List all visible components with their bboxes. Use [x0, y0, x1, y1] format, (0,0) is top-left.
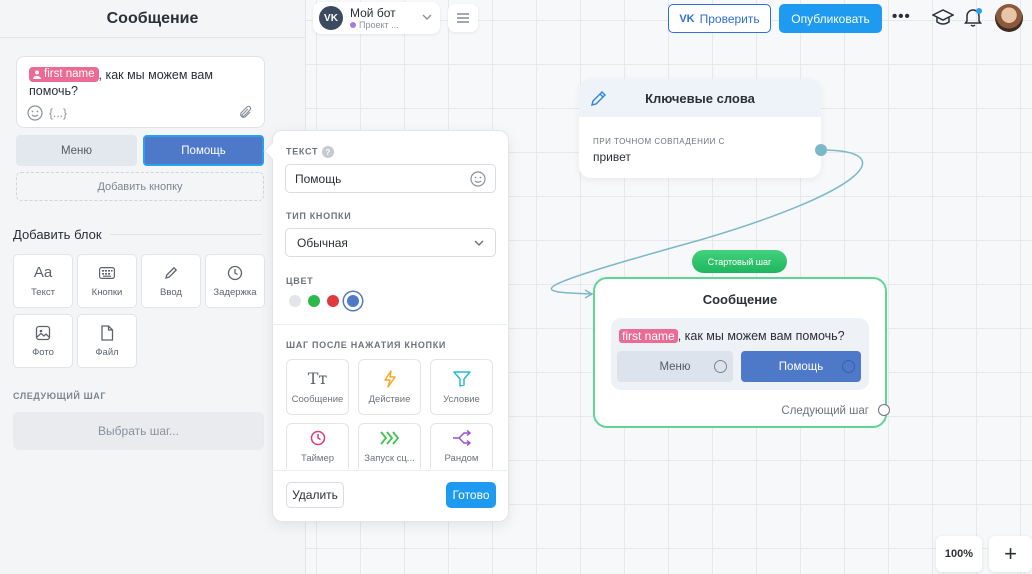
keyboard-buttons: Меню Помощь: [16, 135, 264, 166]
node-button-label: Помощь: [778, 360, 824, 373]
keyword-node[interactable]: Ключевые слова ПРИ ТОЧНОМ СОВПАДЕНИИ С п…: [579, 79, 821, 178]
message-tools: {...}: [27, 105, 67, 121]
variable-tag[interactable]: first name: [29, 67, 99, 82]
hamburger-icon: [457, 13, 469, 23]
keyword-node-header: Ключевые слова: [579, 79, 821, 117]
bot-selector[interactable]: VK Мой бот Проект ...: [313, 2, 440, 34]
block-label: Задержка: [213, 286, 257, 298]
publish-button[interactable]: Опубликовать: [779, 4, 882, 33]
more-icon[interactable]: •••: [892, 8, 911, 25]
button-text-input[interactable]: Помощь: [285, 164, 496, 193]
add-button[interactable]: Добавить кнопку: [16, 172, 264, 201]
message-node-body: , как мы можем вам помочь?: [677, 329, 845, 343]
block-file[interactable]: Файл: [77, 314, 137, 368]
done-button[interactable]: Готово: [446, 482, 496, 508]
keyword-caption: ПРИ ТОЧНОМ СОВПАДЕНИИ С: [593, 137, 725, 146]
check-button-label: Проверить: [699, 11, 760, 26]
message-text[interactable]: first name , как мы можем вам помочь?: [29, 67, 252, 99]
check-button[interactable]: VK Проверить: [668, 4, 771, 33]
text-icon: Aa: [33, 264, 53, 281]
choose-step-select[interactable]: Выбрать шаг...: [13, 412, 264, 450]
file-icon: [101, 324, 114, 341]
block-input[interactable]: Ввод: [141, 254, 201, 308]
block-buttons[interactable]: Кнопки: [77, 254, 137, 308]
pencil-icon: [165, 266, 178, 279]
start-step-badge: Стартовый шаг: [692, 250, 787, 273]
vk-logo-icon: VK: [319, 6, 343, 30]
add-block-title: Добавить блок: [13, 227, 102, 242]
message-editor[interactable]: first name , как мы можем вам помочь? {.…: [16, 56, 265, 128]
block-label: Текст: [31, 286, 55, 298]
button-port[interactable]: [842, 360, 855, 373]
panel-header: Сообщение: [0, 0, 305, 38]
node-button-menu[interactable]: Меню: [617, 351, 733, 382]
pencil-icon: [590, 90, 607, 107]
zoom-level[interactable]: 100%: [936, 536, 982, 572]
bot-project-label: Проект ...: [359, 20, 399, 30]
variable-tag: first name: [619, 329, 678, 343]
divider: [110, 234, 262, 235]
chevron-down-icon: [422, 14, 432, 20]
keyword-node-title: Ключевые слова: [645, 90, 755, 106]
block-label: Ввод: [160, 286, 182, 298]
block-text[interactable]: Aa Текст: [13, 254, 73, 308]
block-label: Файл: [95, 346, 119, 358]
button-type-value: Обычная: [297, 235, 348, 250]
next-step-label: Следующий шаг: [781, 405, 869, 417]
next-step-port[interactable]: [878, 404, 890, 416]
variables-icon[interactable]: {...}: [49, 106, 67, 120]
add-node-button[interactable]: +: [989, 536, 1032, 572]
button-text-value: Помощь: [295, 171, 342, 186]
block-photo[interactable]: Фото: [13, 314, 73, 368]
message-node-title: Сообщение: [702, 292, 778, 307]
node-button-help[interactable]: Помощь: [741, 351, 861, 382]
delete-button[interactable]: Удалить: [286, 482, 344, 508]
chevron-down-icon: [474, 240, 484, 246]
message-node-text: first name, как мы можем вам помочь?: [619, 329, 845, 343]
editor-panel: Сообщение first name , как мы можем вам …: [0, 0, 306, 574]
avatar[interactable]: [995, 4, 1023, 32]
vk-icon: VK: [679, 12, 695, 25]
graduation-cap-icon[interactable]: [932, 8, 954, 28]
image-icon: [35, 325, 51, 340]
panel-title: Сообщение: [106, 9, 199, 27]
project-dot-icon: [350, 22, 356, 28]
emoji-icon[interactable]: [470, 170, 486, 187]
clock-icon: [227, 265, 243, 280]
keyboard-icon: [99, 266, 115, 279]
button-type-select[interactable]: Обычная: [285, 228, 496, 257]
block-label: Кнопки: [91, 286, 123, 298]
keyboard-button-menu[interactable]: Меню: [16, 135, 137, 166]
keyword-value: привет: [593, 150, 631, 164]
user-icon: [33, 70, 41, 79]
emoji-icon[interactable]: [27, 105, 43, 121]
next-step-title: СЛЕДУЮЩИЙ ШАГ: [13, 391, 107, 401]
variable-tag-label: first name: [44, 68, 95, 80]
bot-project: Проект ...: [350, 20, 399, 30]
node-button-label: Меню: [659, 360, 691, 373]
attach-icon[interactable]: [238, 105, 254, 121]
bot-name: Мой бот: [350, 6, 396, 20]
message-bubble: first name, как мы можем вам помочь? Мен…: [611, 318, 869, 390]
message-node[interactable]: Сообщение first name, как мы можем вам п…: [593, 277, 887, 428]
keyboard-button-help[interactable]: Помощь: [143, 135, 264, 166]
block-label: Фото: [32, 346, 54, 358]
keyword-output-port[interactable]: [815, 144, 827, 156]
notification-dot: [976, 8, 982, 14]
button-port[interactable]: [714, 360, 727, 373]
block-delay[interactable]: Задержка: [205, 254, 265, 308]
menu-button[interactable]: [448, 4, 478, 32]
